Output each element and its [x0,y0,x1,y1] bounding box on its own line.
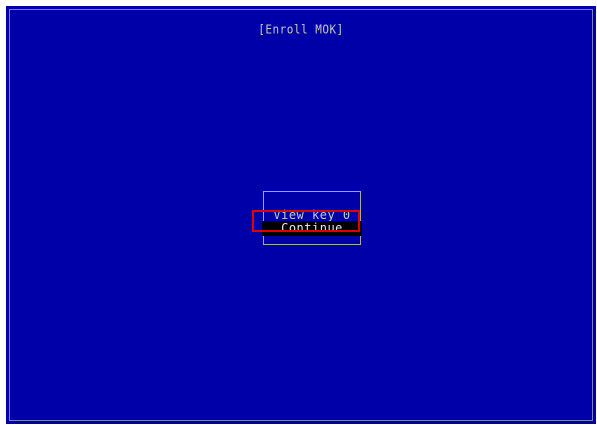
screen: [Enroll MOK] View key 0 Continue [0,0,597,425]
menu-box: View key 0 Continue [262,191,362,245]
mok-manager-panel: [Enroll MOK] View key 0 Continue [6,6,596,424]
menu-item-view-key[interactable]: View key 0 [264,208,360,222]
menu-item-continue[interactable]: Continue [262,221,362,236]
page-title: [Enroll MOK] [258,22,344,37]
